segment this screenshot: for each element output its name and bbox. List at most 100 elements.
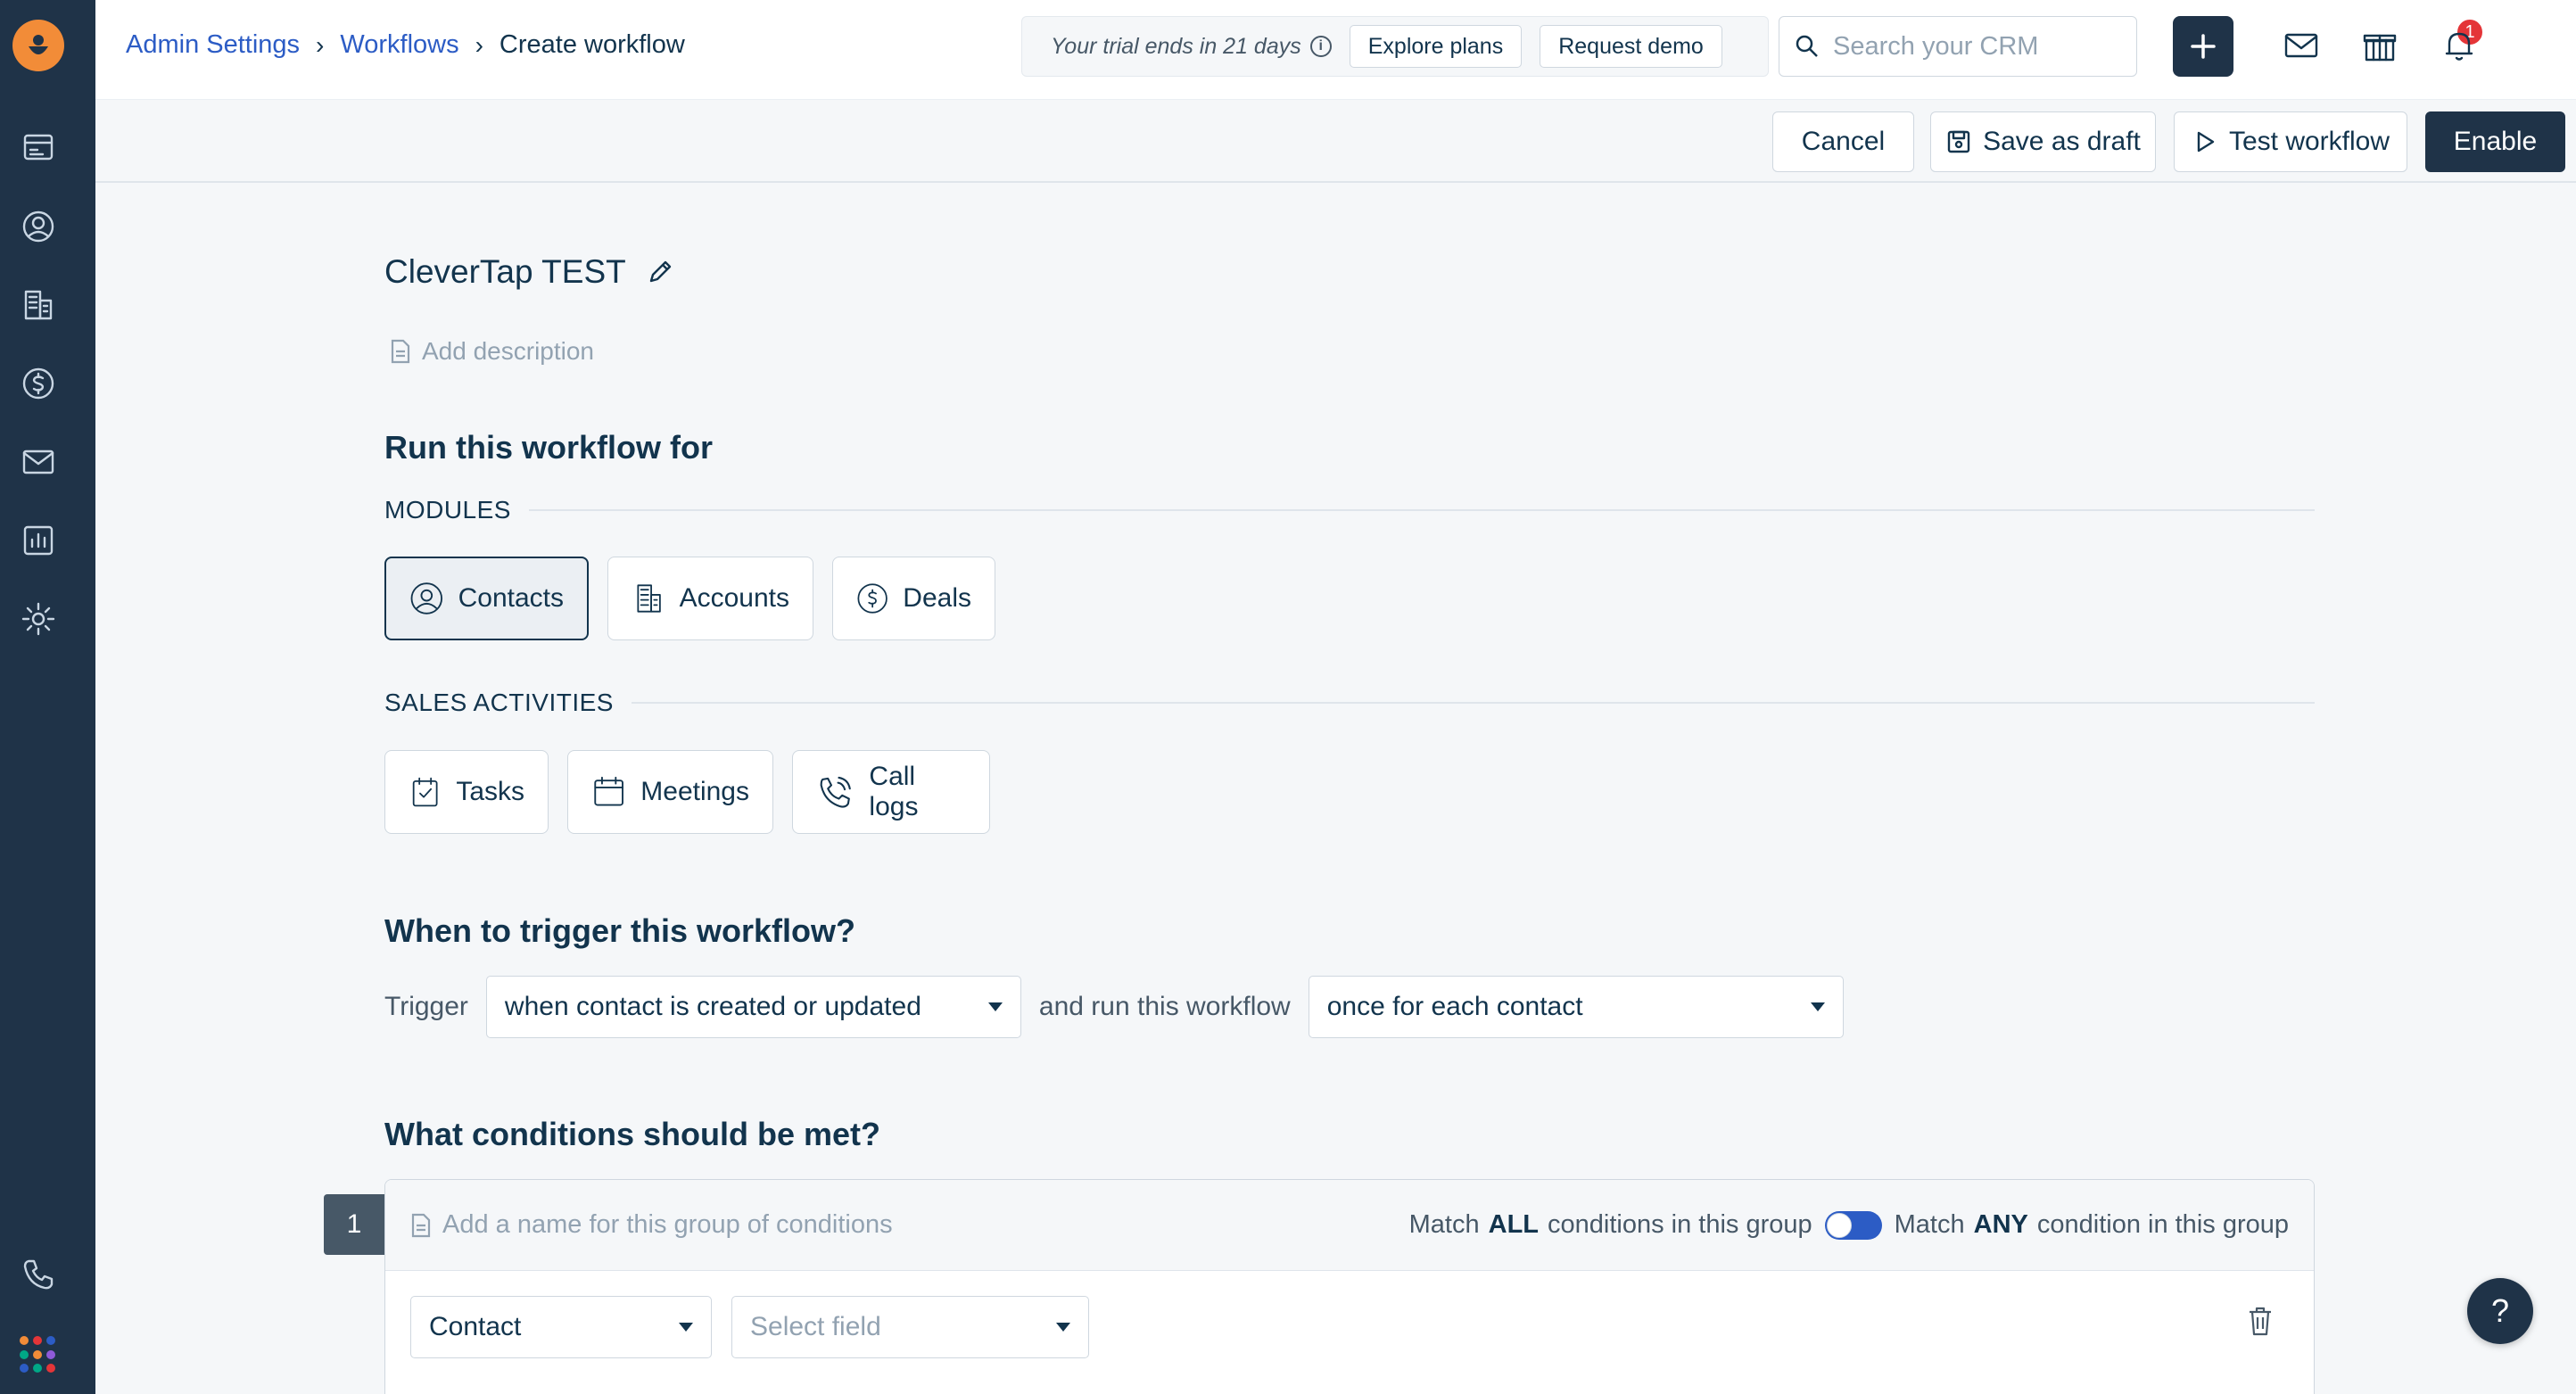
caret-down-icon [1810, 1002, 1825, 1011]
save-as-draft-label: Save as draft [1983, 127, 2141, 156]
activity-label: Tasks [456, 777, 524, 806]
chevron-right-icon: › [475, 30, 483, 59]
breadcrumb-admin-settings[interactable]: Admin Settings [126, 30, 300, 60]
contacts-icon[interactable] [18, 206, 59, 247]
module-deals[interactable]: Deals [832, 557, 995, 640]
document-icon [391, 339, 410, 364]
gift-icon[interactable] [2359, 25, 2400, 66]
field-select[interactable]: Select field [731, 1296, 1089, 1358]
quick-add-button[interactable] [2173, 16, 2233, 77]
divider [528, 509, 2315, 511]
search-box[interactable] [1779, 16, 2137, 77]
run-frequency-value: once for each contact [1326, 992, 1583, 1021]
cancel-button[interactable]: Cancel [1772, 111, 1914, 172]
mail-icon[interactable] [2281, 25, 2322, 66]
bell-icon[interactable] [2439, 25, 2480, 66]
info-icon[interactable]: i [1309, 36, 1332, 57]
test-workflow-button[interactable]: Test workflow [2174, 111, 2407, 172]
activity-tasks[interactable]: Tasks [384, 750, 549, 834]
sales-activities-label: SALES ACTIVITIES [384, 689, 614, 716]
mail-icon[interactable] [18, 441, 59, 483]
app-logo[interactable] [12, 20, 64, 71]
search-input[interactable] [1833, 31, 2118, 62]
save-as-draft-button[interactable]: Save as draft [1930, 111, 2156, 172]
phone-icon[interactable] [18, 1254, 59, 1295]
accounts-icon[interactable] [18, 285, 59, 326]
trial-message: Your trial ends in 21 days i [1051, 34, 1332, 60]
deals-icon[interactable] [18, 363, 59, 404]
cancel-label: Cancel [1801, 127, 1886, 156]
trigger-select[interactable]: when contact is created or updated [485, 976, 1021, 1038]
match-any-prefix: Match [1894, 1210, 1965, 1239]
run-frequency-select[interactable]: once for each contact [1308, 976, 1844, 1038]
task-icon [412, 777, 438, 807]
module-accounts[interactable]: Accounts [607, 557, 813, 640]
field-placeholder: Select field [750, 1312, 881, 1341]
module-contacts[interactable]: Contacts [384, 557, 589, 640]
group-name-field[interactable]: Add a name for this group of conditions [410, 1210, 893, 1240]
module-label: Accounts [679, 583, 789, 613]
conditions-heading: What conditions should be met? [384, 1116, 880, 1152]
plus-icon [2191, 34, 2216, 59]
trigger-label: Trigger [384, 992, 468, 1021]
dollar-icon [857, 583, 888, 614]
module-label: Deals [903, 583, 971, 613]
match-any-suffix: condition in this group [2036, 1210, 2289, 1239]
entity-select[interactable]: Contact [410, 1296, 712, 1358]
reports-icon[interactable] [18, 520, 59, 561]
trigger-heading: When to trigger this workflow? [384, 912, 855, 949]
trash-icon [2250, 1307, 2271, 1336]
match-all-prefix: Match [1408, 1210, 1480, 1239]
search-icon [1796, 35, 1818, 57]
logo-icon [29, 35, 48, 54]
caret-down-icon [1056, 1323, 1070, 1332]
pencil-icon[interactable] [646, 258, 674, 286]
add-description-link[interactable]: Add description [390, 337, 594, 366]
toggle-knob [1826, 1212, 1852, 1238]
condition-group-header: Add a name for this group of conditions … [385, 1180, 2314, 1271]
accounts-icon [637, 584, 661, 613]
delete-condition-button[interactable] [2246, 1305, 2278, 1340]
match-mode: Match ALL conditions in this group Match… [1409, 1210, 2289, 1240]
group-name-placeholder: Add a name for this group of conditions [442, 1210, 893, 1239]
apps-grid-icon[interactable] [20, 1336, 57, 1373]
activity-meetings[interactable]: Meetings [567, 750, 773, 834]
caret-down-icon [987, 1002, 1003, 1011]
trial-banner: Your trial ends in 21 days i Explore pla… [1021, 16, 1769, 77]
condition-group-number: 1 [324, 1194, 384, 1255]
workflow-title: CleverTap TEST [384, 253, 674, 291]
trigger-row: Trigger when contact is created or updat… [384, 976, 1844, 1038]
match-mode-toggle[interactable] [1824, 1210, 1882, 1240]
activity-label: Meetings [640, 777, 749, 806]
test-workflow-label: Test workflow [2228, 127, 2390, 156]
dashboard-icon[interactable] [18, 127, 59, 168]
settings-icon[interactable] [18, 598, 59, 639]
phone-call-icon [820, 776, 851, 808]
run-label: and run this workflow [1038, 992, 1291, 1021]
contacts-icon [410, 582, 443, 615]
help-button[interactable]: ? [2467, 1278, 2533, 1344]
enable-button[interactable]: Enable [2425, 111, 2565, 172]
add-description-label: Add description [422, 337, 595, 365]
trial-text: Your trial ends in 21 days [1051, 33, 1301, 59]
caret-down-icon [679, 1323, 693, 1332]
save-icon [1947, 130, 1970, 153]
request-demo-button[interactable]: Request demo [1540, 25, 1722, 68]
breadcrumb-current: Create workflow [499, 30, 685, 59]
document-icon [411, 1213, 431, 1237]
workflow-editor: CleverTap TEST Add description Run this … [95, 184, 2576, 1394]
condition-group: Add a name for this group of conditions … [384, 1179, 2315, 1394]
match-all-suffix: conditions in this group [1548, 1210, 1812, 1239]
activity-label: Call logs [869, 762, 919, 821]
breadcrumb-workflows[interactable]: Workflows [340, 30, 458, 60]
explore-plans-button[interactable]: Explore plans [1349, 25, 1523, 68]
entity-value: Contact [429, 1312, 522, 1341]
modules-section-label: MODULES [384, 496, 2315, 524]
breadcrumb: Admin Settings › Workflows › Create work… [126, 30, 685, 60]
workflow-name: CleverTap TEST [384, 253, 626, 290]
play-icon [2197, 131, 2215, 153]
modules-label: MODULES [384, 496, 511, 524]
trigger-value: when contact is created or updated [504, 992, 921, 1021]
condition-row: Contact Select field [410, 1296, 1089, 1358]
activity-call-logs[interactable]: Call logs [792, 750, 990, 834]
